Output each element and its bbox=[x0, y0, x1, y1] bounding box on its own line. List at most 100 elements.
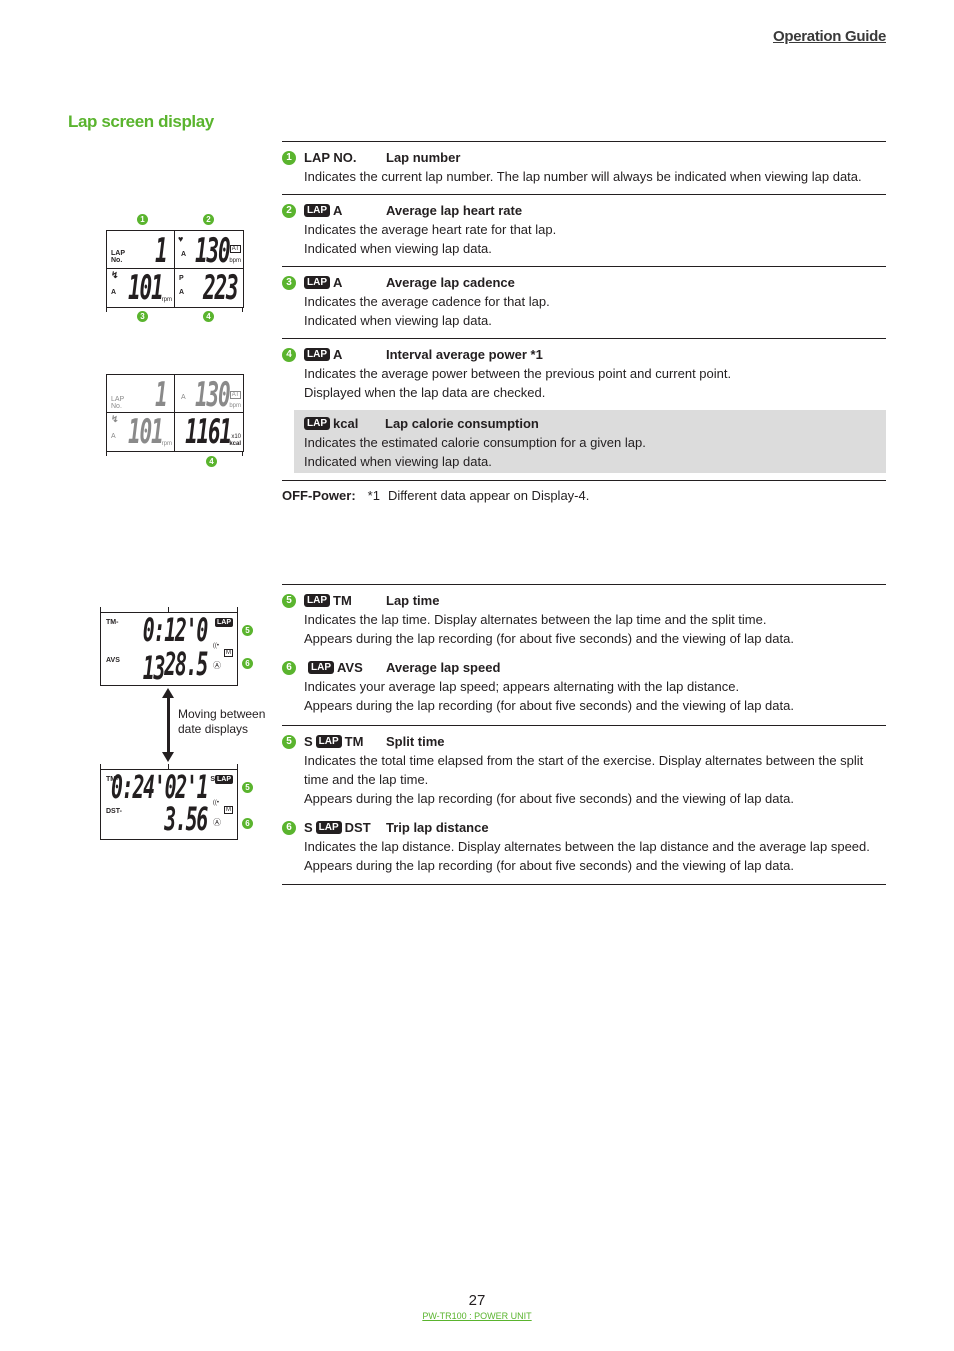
item-title: Average lap speed bbox=[386, 660, 501, 675]
item-line: Appears during the lap recording (for ab… bbox=[304, 791, 794, 806]
at-badge: AT bbox=[229, 391, 241, 399]
callout-3: 3 bbox=[137, 311, 148, 322]
lap-icon: LAP bbox=[215, 618, 233, 627]
lcd-label: LAP bbox=[111, 396, 125, 403]
item-code: LAP kcal bbox=[304, 414, 385, 433]
section-title: Lap screen display bbox=[68, 112, 214, 131]
lcd-value: 1 bbox=[154, 231, 168, 271]
item-line: Indicates the total time elapsed from th… bbox=[304, 753, 864, 787]
item-sub-kcal: LAP kcal Lap calorie consumption Indicates… bbox=[294, 410, 886, 473]
callout-6: 6 bbox=[242, 658, 253, 669]
item-code: LAP TM bbox=[304, 591, 386, 610]
sensor-icon: ((• bbox=[212, 643, 219, 649]
sensor-icon: ((• bbox=[212, 800, 219, 806]
code-prefix: S bbox=[304, 734, 313, 749]
item-code: LAP A bbox=[304, 345, 386, 364]
lcd-value: 1161 bbox=[185, 412, 232, 452]
item-code: LAP A bbox=[304, 201, 386, 220]
item-title: Trip lap distance bbox=[386, 820, 489, 835]
item-row-power: 4 LAP A Interval average power *1 Indicates… bbox=[282, 338, 886, 481]
product-link[interactable]: PW-TR100 : POWER UNIT bbox=[0, 1311, 954, 1321]
lcd-panel: TM- 0:12'0 13 LAP ((• AVS 28.5 M Ⓐ bbox=[100, 611, 238, 687]
lap-icon: LAP bbox=[304, 204, 330, 217]
item-line: Indicates the estimated calorie consumpt… bbox=[304, 435, 646, 450]
item-row-heart-rate: 2 LAP A Average lap heart rate Indicates th… bbox=[282, 194, 886, 266]
item-line: Indicates your average lap speed; appear… bbox=[304, 679, 740, 694]
item-line: Indicates the lap distance. Display alte… bbox=[304, 839, 870, 854]
item-code: LAP A bbox=[304, 273, 386, 292]
lcd-cell-heart-rate: ♥ A 130 AT bpm bbox=[175, 231, 243, 271]
item-title: Lap calorie consumption bbox=[385, 416, 539, 431]
code-text: TM bbox=[344, 734, 364, 749]
double-arrow-icon bbox=[162, 688, 174, 762]
item-group-lap: 5 LAP TM Lap time Indicates the lap time. D… bbox=[282, 584, 886, 725]
cadence-icon: ↯ bbox=[111, 270, 119, 280]
divider bbox=[242, 451, 243, 456]
lcd-value: 130 bbox=[194, 231, 231, 271]
lap-icon: LAP bbox=[304, 348, 330, 361]
lap-icon: LAP bbox=[304, 276, 330, 289]
callout-number: 4 bbox=[282, 347, 296, 362]
code-text: AVS bbox=[337, 660, 363, 675]
lap-icon: LAP bbox=[304, 417, 330, 430]
lcd-value: 101 bbox=[127, 412, 164, 452]
header-title: Operation Guide bbox=[772, 28, 886, 45]
unit-label: rpm bbox=[161, 297, 172, 303]
lcd-panel: LAP No. 1 ♥ A 130 AT bpm ↯ A 101 rpm P A… bbox=[106, 230, 244, 308]
item-line: Indicates the lap time. Display alternat… bbox=[304, 612, 767, 627]
lcd-label: TM- bbox=[106, 619, 119, 626]
lcd-label: A bbox=[181, 251, 187, 258]
unit-label: bpm bbox=[229, 403, 241, 409]
description-table-time: 5 LAP TM Lap time Indicates the lap time. D… bbox=[282, 584, 886, 885]
code-text: kcal bbox=[333, 416, 359, 431]
lcd-label: AVS bbox=[106, 657, 120, 664]
page-number: 27 bbox=[468, 1292, 486, 1309]
lcd-panel: TM- 0:24'02'1 S LAP ((• DST- 3.56 M Ⓐ bbox=[100, 768, 238, 840]
item-title: Average lap heart rate bbox=[386, 203, 523, 218]
code-text: A bbox=[333, 275, 343, 290]
lcd-cell-lap-number: LAP No. 1 bbox=[107, 375, 175, 415]
description-table-lap: 1 LAP NO. Lap number Indicates the current… bbox=[282, 141, 886, 481]
item-line: Displayed when the lap data are checked. bbox=[304, 385, 546, 400]
callout-number: 5 bbox=[282, 593, 296, 608]
lcd-label: A bbox=[111, 289, 117, 296]
lcd-cell-cadence: ↯ A 101 rpm bbox=[107, 268, 175, 308]
lcd-label: No. bbox=[111, 257, 123, 264]
item-line: Indicated when viewing lap data. bbox=[304, 241, 492, 256]
auto-icon: Ⓐ bbox=[213, 661, 221, 670]
move-caption: Moving between date displays bbox=[178, 707, 265, 737]
code-text: TM bbox=[333, 593, 352, 608]
lcd-cell-kcal: 1161 x10 kcal bbox=[175, 412, 243, 452]
callout-4: 4 bbox=[203, 311, 214, 322]
divider bbox=[242, 307, 243, 312]
item-line: Indicates the average cadence for that l… bbox=[304, 294, 550, 309]
code-text: A bbox=[333, 203, 343, 218]
caption-line: Moving between bbox=[178, 707, 266, 721]
callout-number: 5 bbox=[282, 734, 296, 749]
item-title: Split time bbox=[386, 734, 445, 749]
item-title: Average lap cadence bbox=[386, 275, 515, 290]
lcd-cell-power: P A 223 bbox=[175, 268, 243, 308]
lcd-label: DST- bbox=[106, 808, 122, 815]
lcd-label: P bbox=[179, 275, 184, 282]
callout-number: 1 bbox=[282, 150, 296, 165]
note-label: OFF-Power: bbox=[282, 488, 356, 503]
item-title: Lap number bbox=[386, 150, 461, 165]
code-prefix: S bbox=[304, 820, 313, 835]
divider bbox=[106, 307, 107, 312]
lap-icon: LAP bbox=[315, 735, 342, 748]
item-line: Indicates the average heart rate for tha… bbox=[304, 222, 557, 237]
note-text: Different data appear on Display-4. bbox=[387, 488, 590, 503]
lcd-label: A bbox=[111, 433, 116, 440]
callout-4: 4 bbox=[206, 456, 217, 467]
unit-label: rpm bbox=[161, 441, 172, 447]
lcd-label: No. bbox=[111, 403, 122, 410]
lcd-label: LAP bbox=[111, 250, 125, 257]
lcd-value-distance: 3.56 bbox=[164, 800, 208, 838]
callout-2: 2 bbox=[203, 214, 214, 225]
callout-6: 6 bbox=[242, 818, 253, 829]
callout-number: 6 bbox=[282, 660, 296, 675]
auto-icon: Ⓐ bbox=[213, 818, 221, 827]
lcd-value: 1 bbox=[154, 375, 168, 415]
lcd-panel: LAP No. 1 A 130 AT bpm ↯ A 101 rpm 1161 … bbox=[106, 374, 244, 452]
